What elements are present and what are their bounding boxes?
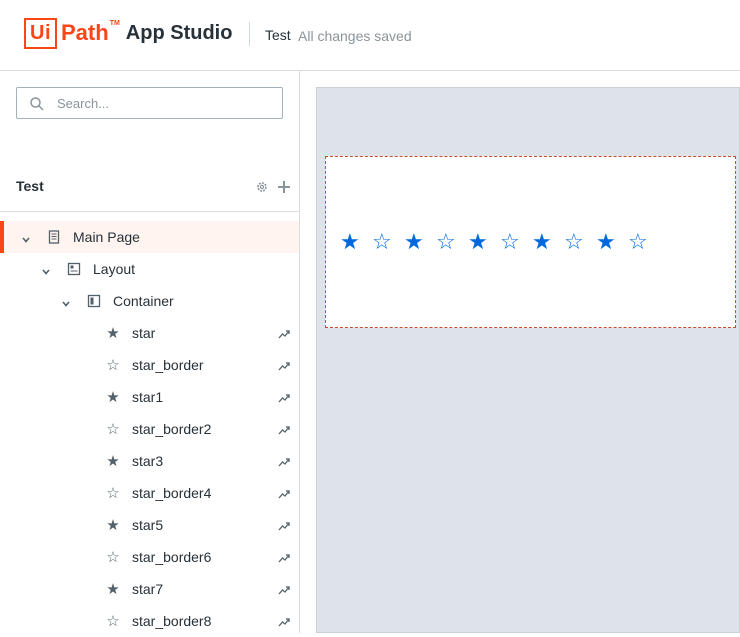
design-canvas[interactable]: ★ ☆ ★ ☆ ★ ☆ ★ ☆ ★ ☆ (316, 87, 740, 633)
tree-item-star3[interactable]: ★ star3 (0, 445, 299, 477)
trending-up-icon[interactable] (278, 551, 290, 563)
add-icon[interactable] (277, 179, 291, 193)
tree-item-label: star1 (132, 389, 164, 405)
star-outline-icon[interactable]: ☆ (436, 231, 468, 255)
tree-item-layout[interactable]: Layout (0, 253, 299, 285)
layout-icon (67, 262, 81, 276)
tree-item-star5[interactable]: ★ star5 (0, 509, 299, 541)
container-icon (87, 294, 101, 308)
star-outline-icon[interactable]: ☆ (500, 231, 532, 255)
trending-up-icon[interactable] (278, 359, 290, 371)
star-filled-icon: ★ (106, 581, 120, 598)
tree-item-label: star (132, 325, 156, 341)
product-name: App Studio (125, 21, 233, 44)
chevron-down-icon[interactable] (21, 232, 31, 243)
tree-item-label: Main Page (73, 229, 140, 245)
uipath-logo[interactable]: Ui PathTM App Studio (24, 17, 232, 49)
project-section-title: Test (16, 178, 44, 194)
search-icon (29, 96, 45, 112)
star-filled-icon: ★ (106, 389, 120, 406)
tree-item-label: Container (113, 293, 174, 309)
star-filled-icon: ★ (106, 453, 120, 470)
project-name[interactable]: Test (265, 27, 291, 43)
page-icon (47, 230, 61, 244)
stars-row: ★ ☆ ★ ☆ ★ ☆ ★ ☆ ★ ☆ (340, 231, 660, 255)
tree-item-star-border8[interactable]: ☆ star_border8 (0, 605, 299, 637)
star-filled-icon: ★ (106, 325, 120, 342)
tree-item-label: star7 (132, 581, 164, 597)
tree-item-container[interactable]: Container (0, 285, 299, 317)
trending-up-icon[interactable] (278, 615, 290, 627)
tree-item-label: star_border4 (132, 485, 212, 501)
star-outline-icon: ☆ (106, 613, 120, 630)
app-header: Ui PathTM App Studio Test All changes sa… (0, 0, 740, 71)
trending-up-icon[interactable] (278, 455, 290, 467)
star-filled-icon[interactable]: ★ (404, 231, 436, 255)
chevron-down-icon[interactable] (61, 296, 71, 307)
star-outline-icon[interactable]: ☆ (628, 231, 660, 255)
search-box[interactable] (16, 87, 283, 119)
save-status: All changes saved (298, 28, 412, 44)
tree-item-star-border[interactable]: ☆ star_border (0, 349, 299, 381)
tree-panel: Test Main Page Layout Container ★ star ☆ star_… (0, 71, 300, 633)
tree-item-star1[interactable]: ★ star1 (0, 381, 299, 413)
tree-item-star-border2[interactable]: ☆ star_border2 (0, 413, 299, 445)
star-filled-icon: ★ (106, 517, 120, 534)
star-outline-icon[interactable]: ☆ (372, 231, 404, 255)
trending-up-icon[interactable] (278, 519, 290, 531)
tree-item-label: star_border8 (132, 613, 212, 629)
tree-item-label: star3 (132, 453, 164, 469)
tree-item-star-border6[interactable]: ☆ star_border6 (0, 541, 299, 573)
tree-item-star7[interactable]: ★ star7 (0, 573, 299, 605)
trending-up-icon[interactable] (278, 487, 290, 499)
gear-icon[interactable] (255, 179, 269, 193)
tree-item-star[interactable]: ★ star (0, 317, 299, 349)
star-filled-icon[interactable]: ★ (340, 231, 372, 255)
page-tree: Main Page Layout Container ★ star ☆ star_borde… (0, 221, 299, 637)
star-filled-icon[interactable]: ★ (596, 231, 628, 255)
tree-item-star-border4[interactable]: ☆ star_border4 (0, 477, 299, 509)
tree-item-main page[interactable]: Main Page (0, 221, 299, 253)
star-outline-icon: ☆ (106, 485, 120, 502)
star-outline-icon[interactable]: ☆ (564, 231, 596, 255)
logo-path: PathTM (61, 20, 120, 45)
star-outline-icon: ☆ (106, 357, 120, 374)
tree-item-label: star_border2 (132, 421, 212, 437)
logo-tm: TM (109, 20, 120, 27)
container-selection[interactable]: ★ ☆ ★ ☆ ★ ☆ ★ ☆ ★ ☆ (325, 156, 736, 328)
tree-item-label: star_border6 (132, 549, 212, 565)
star-outline-icon: ☆ (106, 421, 120, 438)
star-outline-icon: ☆ (106, 549, 120, 566)
tree-item-label: star_border (132, 357, 204, 373)
tree-item-label: star5 (132, 517, 164, 533)
search-input[interactable] (57, 88, 277, 118)
trending-up-icon[interactable] (278, 423, 290, 435)
section-divider (0, 211, 299, 212)
logo-ui: Ui (24, 17, 57, 49)
star-filled-icon[interactable]: ★ (468, 231, 500, 255)
tree-item-label: Layout (93, 261, 136, 277)
star-filled-icon[interactable]: ★ (532, 231, 564, 255)
chevron-down-icon[interactable] (41, 264, 51, 275)
header-divider (249, 22, 250, 46)
trending-up-icon[interactable] (278, 583, 290, 595)
trending-up-icon[interactable] (278, 391, 290, 403)
section-actions (255, 179, 291, 193)
trending-up-icon[interactable] (278, 327, 290, 339)
